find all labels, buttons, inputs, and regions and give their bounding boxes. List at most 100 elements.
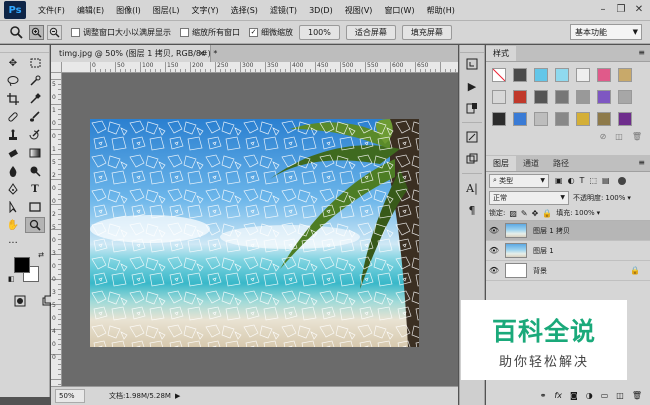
visibility-eye-icon[interactable]: 👁 <box>486 226 502 235</box>
delete-style-icon[interactable]: ⊘ <box>600 132 607 141</box>
style-swatch[interactable] <box>534 90 548 104</box>
style-swatch[interactable] <box>618 68 632 82</box>
marquee-tool-icon[interactable] <box>25 55 45 71</box>
smart-object-filter-icon[interactable]: ▤ <box>602 176 610 185</box>
menu-window[interactable]: 窗口(W) <box>378 5 420 16</box>
filter-toggle-icon[interactable] <box>617 176 626 185</box>
lock-icon[interactable]: 🔒 <box>630 266 640 275</box>
quick-mask-icon[interactable] <box>10 293 30 309</box>
style-swatch[interactable] <box>555 68 569 82</box>
adjustment-filter-icon[interactable]: ◐ <box>568 176 575 185</box>
panel-menu-icon[interactable]: ≡ <box>638 158 645 167</box>
zoom-all-option[interactable]: 缩放所有窗口 <box>180 27 240 38</box>
style-swatch[interactable] <box>597 68 611 82</box>
horizontal-ruler[interactable]: 0 50 100 150 200 250 300 350 400 450 500 550 600 650 <box>62 62 458 73</box>
clone-stamp-tool-icon[interactable] <box>3 127 23 143</box>
new-group-icon[interactable]: ▭ <box>601 391 609 400</box>
menu-image[interactable]: 图像(I) <box>110 5 147 16</box>
path-select-tool-icon[interactable] <box>3 199 23 215</box>
link-layers-icon[interactable]: ⚭ <box>540 391 547 400</box>
style-swatch[interactable] <box>534 68 548 82</box>
zoom-tool-icon[interactable] <box>25 217 45 233</box>
style-swatch[interactable] <box>492 112 506 126</box>
restore-button[interactable]: ❐ <box>612 0 630 18</box>
menu-edit[interactable]: 编辑(E) <box>71 5 110 16</box>
history-brush-tool-icon[interactable] <box>25 127 45 143</box>
hand-tool-icon[interactable]: ✋ <box>3 217 23 233</box>
style-swatch[interactable] <box>513 68 527 82</box>
rectangle-tool-icon[interactable] <box>25 199 45 215</box>
style-swatch[interactable] <box>618 112 632 126</box>
menu-filter[interactable]: 滤镜(T) <box>264 5 303 16</box>
menu-help[interactable]: 帮助(H) <box>421 5 461 16</box>
style-swatch[interactable] <box>513 112 527 126</box>
scrubby-zoom-checkbox[interactable]: ✓ <box>249 27 258 37</box>
zoom-all-checkbox[interactable] <box>180 27 189 37</box>
menu-select[interactable]: 选择(S) <box>225 5 264 16</box>
history-panel-icon[interactable] <box>460 53 484 75</box>
type-filter-icon[interactable]: T <box>580 176 585 185</box>
resize-windows-option[interactable]: 调整窗口大小以满屏显示 <box>71 27 171 38</box>
shape-filter-icon[interactable]: ⬚ <box>589 176 597 185</box>
blend-mode-select[interactable]: 正常 ▼ <box>489 190 569 205</box>
crop-tool-icon[interactable] <box>3 91 23 107</box>
healing-brush-tool-icon[interactable] <box>3 109 23 125</box>
style-swatch[interactable] <box>555 90 569 104</box>
trash-icon[interactable]: 🗑 <box>632 391 642 400</box>
actions-panel-icon[interactable]: ▶ <box>460 75 484 97</box>
close-button[interactable]: ✕ <box>630 0 648 18</box>
document-tab[interactable]: timg.jpg @ 50% (图层 1 拷贝, RGB/8#) * ✕ <box>51 45 217 62</box>
style-swatch[interactable] <box>597 112 611 126</box>
quick-select-tool-icon[interactable] <box>25 73 45 89</box>
swap-colors-icon[interactable]: ⇄ <box>38 251 44 259</box>
style-swatch[interactable] <box>492 90 506 104</box>
lock-all-icon[interactable]: 🔒 <box>542 209 552 218</box>
layer-row[interactable]: 👁 背景 🔒 <box>486 261 650 281</box>
zoom-level-field[interactable]: 50% <box>55 389 85 403</box>
lock-position-icon[interactable]: ✥ <box>532 209 539 218</box>
dock-grip[interactable] <box>460 45 484 53</box>
trash-icon[interactable]: 🗑 <box>632 132 642 141</box>
tab-styles[interactable]: 样式 <box>486 46 516 61</box>
eyedropper-tool-icon[interactable] <box>25 91 45 107</box>
style-swatch[interactable] <box>555 112 569 126</box>
opacity-value[interactable]: 100% <box>605 194 625 202</box>
style-swatch[interactable] <box>597 90 611 104</box>
layer-row[interactable]: 👁 图层 1 拷贝 <box>486 221 650 241</box>
type-tool-icon[interactable]: T <box>25 181 45 197</box>
workspace-select[interactable]: 基本功能 ▼ <box>570 24 642 40</box>
blur-tool-icon[interactable] <box>3 163 23 179</box>
style-swatch[interactable] <box>576 68 590 82</box>
style-swatch[interactable] <box>576 112 590 126</box>
zoom-out-button[interactable] <box>47 24 62 40</box>
tab-paths[interactable]: 路径 <box>546 156 576 171</box>
menu-3d[interactable]: 3D(D) <box>303 6 339 15</box>
new-style-icon[interactable]: ◫ <box>615 132 623 141</box>
tab-channels[interactable]: 通道 <box>516 156 546 171</box>
ruler-corner[interactable] <box>51 62 62 73</box>
style-swatch[interactable] <box>492 68 506 82</box>
document-image[interactable] <box>90 119 419 347</box>
tab-layers[interactable]: 图层 <box>486 156 516 171</box>
new-layer-icon[interactable]: ◫ <box>616 391 624 400</box>
menu-file[interactable]: 文件(F) <box>32 5 71 16</box>
device-preview-icon[interactable] <box>460 97 484 119</box>
style-swatch[interactable] <box>513 90 527 104</box>
vertical-ruler[interactable]: 5 0 1 0 0 1 5 2 0 0 2 5 0 3 0 0 3 5 0 4 0 0 <box>51 73 62 386</box>
chevron-down-icon[interactable]: ▾ <box>627 194 631 202</box>
layer-kind-filter[interactable]: ⌕ 类型 ▼ <box>489 173 549 188</box>
fit-screen-button[interactable]: 适合屏幕 <box>345 24 396 40</box>
lock-transparency-icon[interactable]: ▨ <box>509 209 517 218</box>
eraser-tool-icon[interactable] <box>3 145 23 161</box>
minimize-button[interactable]: – <box>594 0 612 18</box>
visibility-eye-icon[interactable]: 👁 <box>486 266 502 275</box>
brush-tool-icon[interactable] <box>25 109 45 125</box>
fx-icon[interactable]: fx <box>554 391 562 400</box>
style-swatch[interactable] <box>576 90 590 104</box>
dodge-tool-icon[interactable] <box>25 163 45 179</box>
clone-source-icon[interactable] <box>460 148 484 170</box>
lock-pixels-icon[interactable]: ✎ <box>521 209 528 218</box>
menu-layer[interactable]: 图层(L) <box>147 5 186 16</box>
brush-presets-icon[interactable] <box>460 126 484 148</box>
resize-windows-checkbox[interactable] <box>71 27 80 37</box>
